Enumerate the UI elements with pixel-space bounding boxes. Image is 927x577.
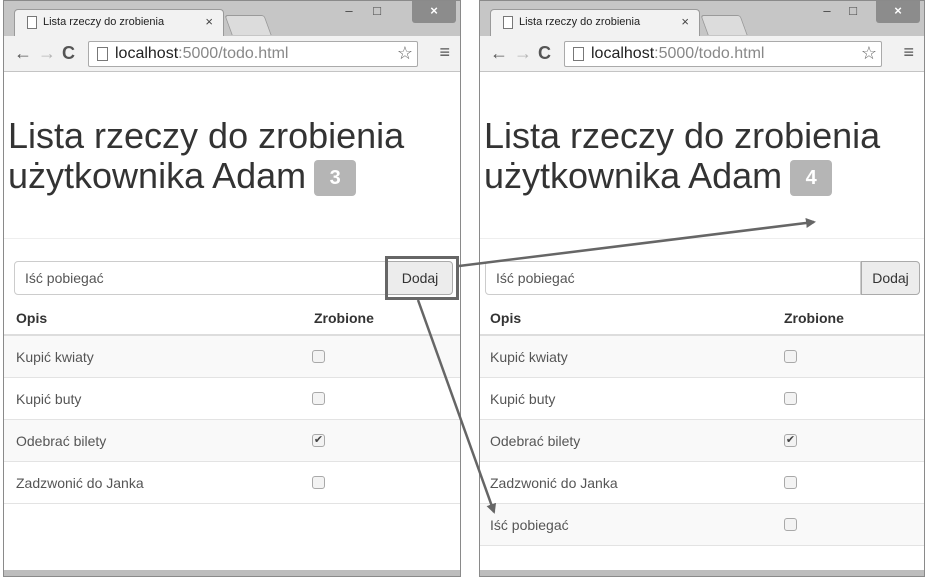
arrow-to-new-item — [416, 299, 497, 514]
annotation-arrows — [416, 218, 816, 514]
arrow-to-badge — [458, 218, 816, 268]
